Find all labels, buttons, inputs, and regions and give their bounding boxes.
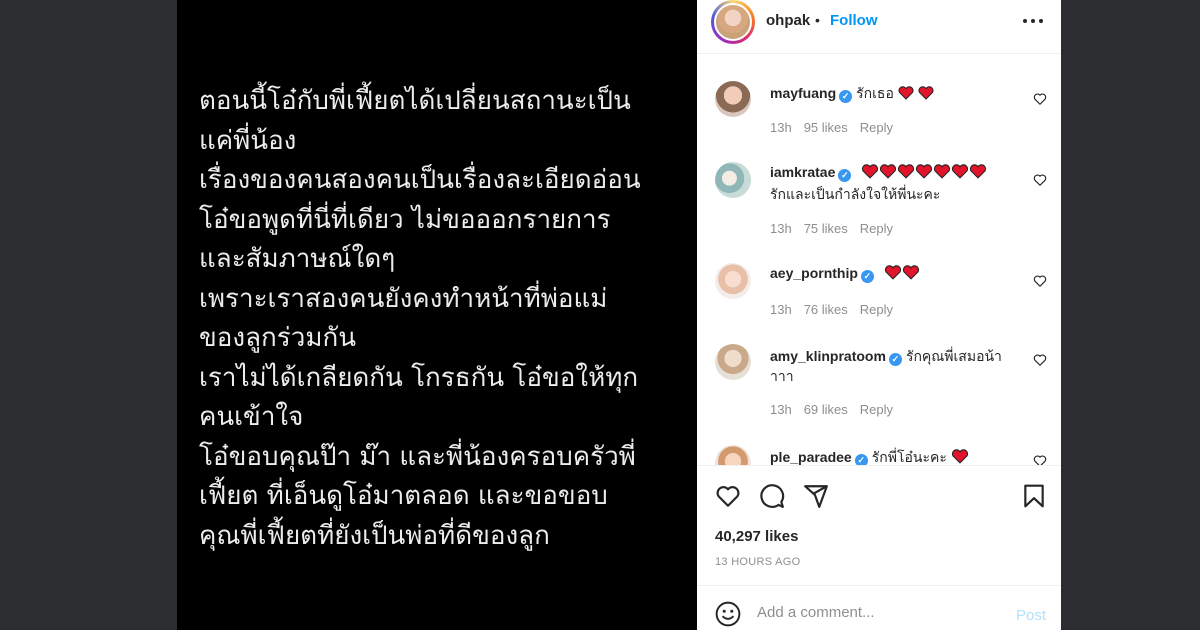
comment-username[interactable]: amy_klinpratoom <box>770 348 886 364</box>
caption-line: เพราะเราสองคนยังคงทำหน้าที่พ่อแม่ <box>199 283 608 314</box>
post-header: ohpak • Follow <box>697 0 1061 54</box>
comment-icon[interactable] <box>759 483 785 509</box>
caption-line: เราไม่ได้เกลียดกัน โกรธกัน โอ๋ขอให้ทุก <box>199 362 639 393</box>
verified-badge-icon: ✓ <box>854 454 868 465</box>
comment-likes[interactable]: 95 likes <box>804 120 848 135</box>
comment-likes[interactable]: 76 likes <box>804 302 848 317</box>
post-image: ตอนนี้โอ๋กับพี่เฟี้ยตได้เปลี่ยนสถานะเป็น… <box>177 0 697 630</box>
caption-line: ตอนนี้โอ๋กับพี่เฟี้ยตได้เปลี่ยนสถานะเป็น <box>199 86 631 116</box>
caption-line: แค่พี่น้อง <box>199 125 297 156</box>
heart-emoji-icon <box>970 164 987 179</box>
like-comment-heart-icon[interactable] <box>1033 92 1047 106</box>
comment-text-continued: าาา <box>770 368 794 384</box>
commenter-avatar[interactable] <box>715 344 751 380</box>
caption-line: เรื่องของคนสองคนเป็นเรื่องละเอียดอ่อน <box>199 165 641 195</box>
heart-emoji-icon <box>916 164 933 179</box>
verified-badge-icon: ✓ <box>860 270 874 283</box>
comment-header: iamkratae ✓ <box>770 164 987 182</box>
post-caption-image-text: ตอนนี้โอ๋กับพี่เฟี้ยตได้เปลี่ยนสถานะเป็น… <box>199 82 689 556</box>
heart-emoji-icon <box>898 86 914 100</box>
comments-list[interactable]: mayfuang ✓ รักเธอ 13h 95 likes Reply iamkrat… <box>697 55 1061 465</box>
comment-header: ple_paradee ✓ รักพี่โอ๋นะคะ <box>770 447 969 465</box>
comment-text: รักคุณพี่เสมอน้า <box>905 348 1002 364</box>
comment-meta: 13h 76 likes Reply <box>770 302 905 317</box>
comment-username[interactable]: aey_pornthip <box>770 265 858 281</box>
comment-meta: 13h 95 likes Reply <box>770 120 905 135</box>
like-comment-heart-icon[interactable] <box>1033 173 1047 187</box>
share-icon[interactable] <box>803 483 829 509</box>
comment-likes[interactable]: 69 likes <box>804 402 848 417</box>
comment-meta: 13h 75 likes Reply <box>770 221 905 236</box>
post-side-panel: ohpak • Follow mayfuang ✓ รักเธอ 13h 95 lik… <box>697 0 1061 630</box>
comment-text: รักและเป็นกำลังใจให้พี่นะคะ <box>770 186 941 202</box>
comment-header: amy_klinpratoom ✓ รักคุณพี่เสมอน้า <box>770 346 1002 368</box>
comment-username[interactable]: ple_paradee <box>770 449 852 465</box>
comment-text: รักพี่โอ๋นะคะ <box>871 449 947 465</box>
heart-emoji-icon <box>952 164 969 179</box>
caption-line: เฟี้ยต ที่เอ็นดูโอ๋มาตลอด และขอขอบ <box>199 481 608 511</box>
reply-button[interactable]: Reply <box>860 120 893 135</box>
header-username[interactable]: ohpak <box>766 12 810 29</box>
heart-icon[interactable] <box>715 483 741 509</box>
commenter-avatar[interactable] <box>715 81 751 117</box>
heart-emoji-icon <box>902 265 919 280</box>
comment-input[interactable] <box>757 604 1007 621</box>
caption-line: คนเข้าใจ <box>199 402 304 432</box>
avatar[interactable] <box>711 0 755 44</box>
reply-button[interactable]: Reply <box>860 221 893 236</box>
heart-emoji-icon <box>862 164 879 179</box>
comment-username[interactable]: iamkratae <box>770 164 835 180</box>
reply-button[interactable]: Reply <box>860 302 893 317</box>
comment-time[interactable]: 13h <box>770 302 792 317</box>
caption-line: คุณพี่เฟี้ยตที่ยังเป็นพ่อที่ดีของลูก <box>199 520 550 551</box>
like-comment-heart-icon[interactable] <box>1033 454 1047 465</box>
add-comment-bar: Post <box>697 585 1061 630</box>
commenter-avatar[interactable] <box>715 263 751 299</box>
comment-username[interactable]: mayfuang <box>770 85 836 101</box>
heart-emoji-icon <box>898 164 915 179</box>
caption-line: และสัมภาษณ์ใดๆ <box>199 244 396 274</box>
follow-button[interactable]: Follow <box>830 12 878 29</box>
verified-badge-icon: ✓ <box>838 169 852 182</box>
likes-count[interactable]: 40,297 likes <box>715 528 798 545</box>
avatar-photo <box>714 3 752 41</box>
comment-header: aey_pornthip ✓ <box>770 265 920 283</box>
comment-time[interactable]: 13h <box>770 221 792 236</box>
heart-emoji-icon <box>918 86 934 100</box>
bookmark-icon[interactable] <box>1021 483 1047 509</box>
post-actions: 40,297 likes 13 HOURS AGO <box>697 465 1061 585</box>
verified-badge-icon: ✓ <box>839 90 853 103</box>
commenter-avatar[interactable] <box>715 445 751 465</box>
heart-emoji-icon <box>934 164 951 179</box>
header-separator: • <box>815 12 820 28</box>
reply-button[interactable]: Reply <box>860 402 893 417</box>
caption-line: โอ๋ขอพูดที่นี่ที่เดียว ไม่ขอออกรายการ <box>199 204 611 235</box>
heart-emoji-icon <box>880 164 897 179</box>
post-comment-button[interactable]: Post <box>1016 607 1046 624</box>
like-comment-heart-icon[interactable] <box>1033 274 1047 288</box>
comment-time[interactable]: 13h <box>770 120 792 135</box>
caption-line: โอ๋ขอบคุณป๊า ม๊า และพี่น้องครอบครัวพี่ <box>199 441 636 472</box>
commenter-avatar[interactable] <box>715 162 751 198</box>
more-horizontal-icon[interactable] <box>1021 19 1045 25</box>
comment-header: mayfuang ✓ รักเธอ <box>770 83 934 105</box>
comment-likes[interactable]: 75 likes <box>804 221 848 236</box>
comment-text: รักเธอ <box>856 85 894 101</box>
caption-line: ของลูกร่วมกัน <box>199 323 356 353</box>
post-timestamp[interactable]: 13 HOURS AGO <box>715 556 801 568</box>
heart-emoji-icon <box>951 449 968 464</box>
emoji-icon[interactable] <box>715 601 741 627</box>
comment-meta: 13h 69 likes Reply <box>770 402 905 417</box>
heart-emoji-icon <box>884 265 901 280</box>
verified-badge-icon: ✓ <box>888 353 902 366</box>
like-comment-heart-icon[interactable] <box>1033 353 1047 367</box>
comment-time[interactable]: 13h <box>770 402 792 417</box>
